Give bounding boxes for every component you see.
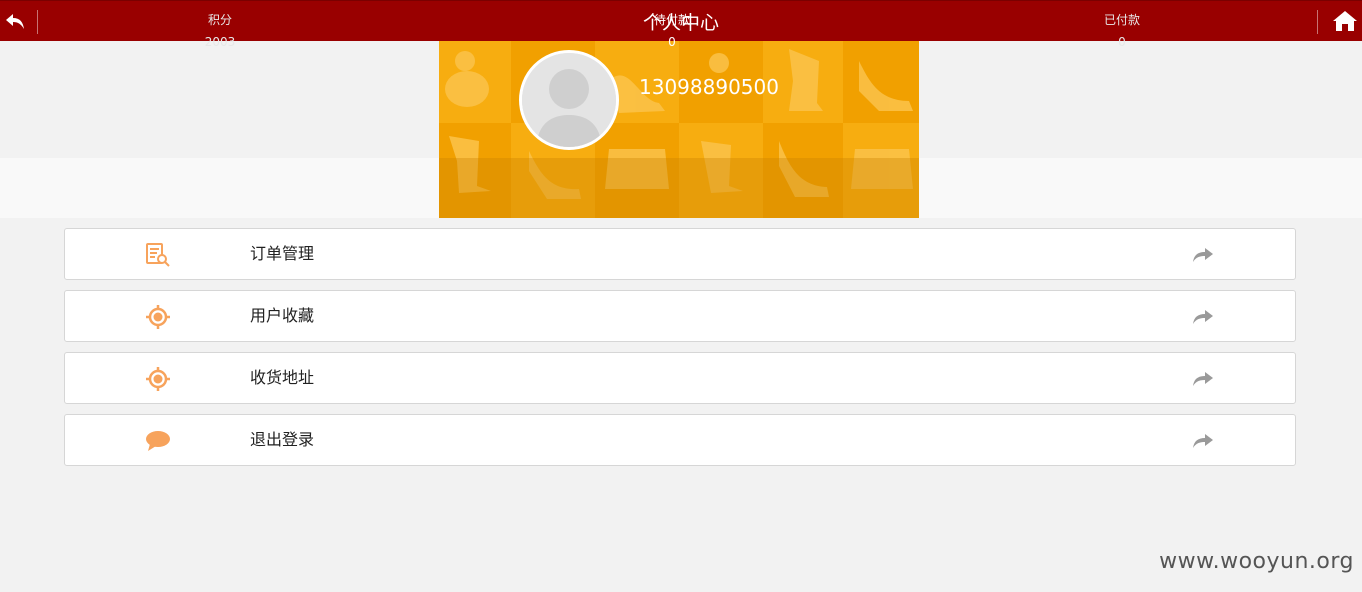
menu-item-label: 退出登录 [250, 430, 315, 449]
home-icon[interactable] [1332, 9, 1358, 33]
stat-value: 0 [1118, 35, 1126, 49]
stat-label: 积分 [207, 13, 232, 27]
order-search-icon [146, 243, 170, 267]
share-arrow-icon [1193, 248, 1213, 262]
menu-item-label: 用户收藏 [250, 306, 315, 325]
avatar[interactable] [519, 50, 619, 150]
stat-label: 已付款 [1103, 13, 1140, 27]
stat-paid[interactable]: 已付款 0 [1022, 0, 1222, 54]
user-phone: 13098890500 [639, 75, 779, 99]
menu-item-favorites[interactable]: 用户收藏 [64, 290, 1296, 342]
stat-label: 待付款 [653, 13, 690, 27]
avatar-placeholder-icon [522, 53, 616, 147]
target-icon [146, 367, 170, 391]
menu-item-orders[interactable]: 订单管理 [64, 228, 1296, 280]
chat-bubble-icon [146, 431, 170, 451]
stat-pending-payment[interactable]: 待付款 0 [572, 0, 772, 54]
divider [1317, 10, 1318, 34]
stat-points[interactable]: 积分 2003 [120, 0, 320, 54]
menu-item-logout[interactable]: 退出登录 [64, 414, 1296, 466]
share-arrow-icon [1193, 372, 1213, 386]
stat-value: 2003 [204, 35, 236, 49]
menu-item-label: 收货地址 [250, 368, 315, 387]
menu-item-address[interactable]: 收货地址 [64, 352, 1296, 404]
share-arrow-icon [1193, 310, 1213, 324]
menu-item-label: 订单管理 [250, 244, 315, 263]
stat-value: 0 [668, 35, 676, 49]
share-arrow-icon [1193, 434, 1213, 448]
watermark: www.wooyun.org [1159, 549, 1354, 574]
target-icon [146, 305, 170, 329]
stats-overlay [439, 158, 919, 218]
